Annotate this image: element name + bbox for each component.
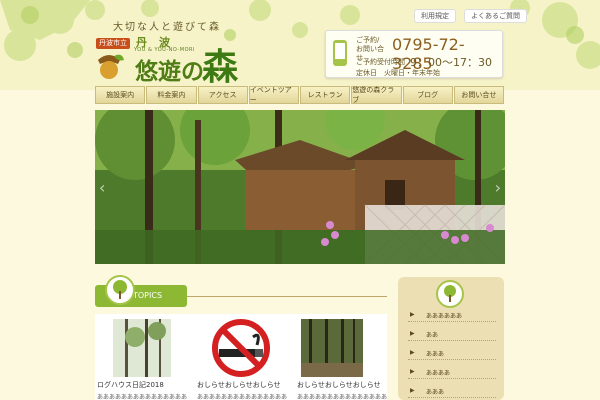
topic-title[interactable]: おしらせおしらせおしらせ	[297, 380, 381, 390]
topic-desc: ああああああああああああああああ	[197, 394, 287, 400]
sidebar: ▶ ああああああ ▶ ああ ▶ あああ ▶ ああああ ▶ あああ	[398, 277, 504, 400]
hero-image	[95, 110, 505, 264]
hero-prev-arrow[interactable]: ‹	[99, 178, 105, 197]
nav-item-restaurant[interactable]: レストラン	[300, 86, 351, 104]
sidebar-item[interactable]: ▶ ああ	[408, 328, 496, 341]
logo-mori[interactable]: 森	[202, 38, 238, 90]
nav-item-prices[interactable]: 料金案内	[146, 86, 197, 104]
sidebar-item[interactable]: ▶ ああああああ	[408, 309, 496, 322]
arrow-right-icon: ▶	[410, 349, 415, 356]
sidebar-item[interactable]: ▶ あああ	[408, 347, 496, 360]
topics-label: TOPICS	[133, 291, 163, 300]
sidebar-item-label: ああ	[426, 332, 439, 339]
link-faq[interactable]: よくあるご質問	[464, 9, 527, 23]
arrow-right-icon: ▶	[410, 311, 415, 318]
nav-item-facilities[interactable]: 施設案内	[95, 86, 146, 104]
topic-desc: ああああああああああああああああ	[97, 394, 187, 400]
sidebar-item-label: あああ	[426, 389, 445, 396]
page: 大切な人と遊びて森 丹波市立 丹波 YOU & YOU-NO-MORI 悠遊の …	[0, 0, 600, 400]
sidebar-item-label: ああああああ	[426, 313, 463, 320]
main-nav: 施設案内 料金案内 アクセス イベントツアー レストラン 悠遊の森クラブ ブログ…	[95, 86, 505, 104]
nav-item-blog[interactable]: ブログ	[402, 86, 453, 104]
topics-header: TOPICS	[95, 285, 387, 307]
tree-icon	[105, 275, 135, 305]
hours-label: ご予約受付時間	[356, 58, 405, 66]
top-links: 利用規定 よくあるご質問	[414, 9, 527, 23]
topic-title[interactable]: ログハウス日記2018	[97, 380, 164, 390]
sidebar-item-label: ああああ	[426, 370, 451, 377]
hero-next-arrow[interactable]: ›	[495, 178, 501, 197]
nav-item-contact[interactable]: お問い合せ	[453, 86, 504, 104]
contact-box: ご予約/お問い合せ 0795-72-3285 ご予約受付時間 9：00～17：3…	[325, 30, 503, 78]
topic-desc: ああああああああああああああああ	[297, 394, 387, 400]
nav-item-access[interactable]: アクセス	[197, 86, 248, 104]
topics-divider	[187, 296, 387, 297]
no-smoking-icon	[212, 319, 270, 377]
closed-days: 定休日 火曜日・年末年始	[356, 69, 440, 77]
nav-item-events[interactable]: イベントツアー	[248, 86, 299, 104]
topics-cards: ログハウス日記2018 ああああああああああああああああ おしらせおしらせおしら…	[95, 314, 387, 400]
topic-thumbnail	[301, 319, 363, 377]
topic-title[interactable]: おしらせおしらせおしらせ	[197, 380, 281, 390]
arrow-right-icon: ▶	[410, 387, 415, 394]
topic-thumbnail	[113, 319, 171, 377]
nav-item-club[interactable]: 悠遊の森クラブ	[351, 86, 402, 104]
phone-icon	[333, 40, 347, 66]
link-rules[interactable]: 利用規定	[414, 9, 456, 23]
sidebar-item-label: あああ	[426, 351, 445, 358]
arrow-right-icon: ▶	[410, 368, 415, 375]
arrow-right-icon: ▶	[410, 330, 415, 337]
sidebar-item[interactable]: ▶ あああ	[408, 385, 496, 398]
hero-slider[interactable]: ‹ ›	[95, 110, 505, 264]
sidebar-tree-icon	[436, 280, 464, 308]
acorn-logo-icon[interactable]	[94, 46, 124, 80]
logo-name[interactable]: 悠遊の	[135, 52, 204, 86]
tagline: 大切な人と遊びて森	[113, 22, 221, 33]
sidebar-item[interactable]: ▶ ああああ	[408, 366, 496, 379]
